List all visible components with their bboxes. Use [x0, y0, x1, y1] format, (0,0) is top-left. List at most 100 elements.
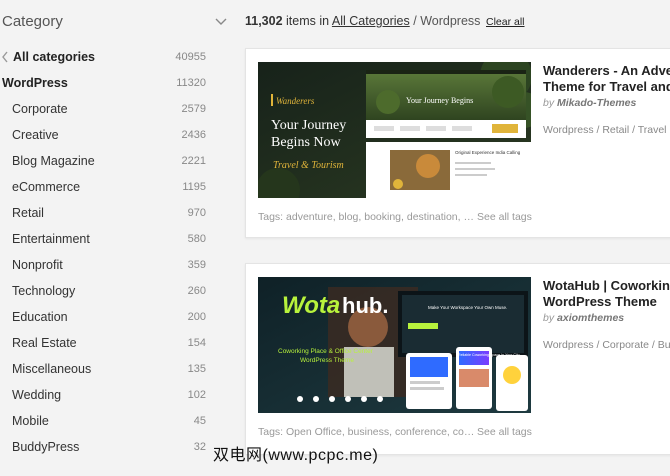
- sidebar-item-label: Blog Magazine: [12, 154, 95, 168]
- theme-card: Wanderers Your Journey Begins Now Travel…: [245, 48, 670, 238]
- breadcrumb-separator: /: [413, 14, 417, 28]
- sidebar-item-miscellaneous[interactable]: Miscellaneous 135: [0, 357, 230, 383]
- results-summary: 11,302 items in All Categories / Wordpre…: [245, 14, 525, 28]
- sidebar-item-label: WordPress: [2, 76, 68, 90]
- breadcrumb-current: Wordpress: [420, 14, 481, 28]
- feature-icon: [297, 396, 303, 402]
- feature-icon: [329, 396, 335, 402]
- chevron-down-icon[interactable]: [214, 14, 228, 28]
- sidebar-item-count: 2579: [181, 103, 206, 115]
- theme-author-line: by Mikado-Themes: [543, 97, 636, 109]
- sidebar-item-label: Nonprofit: [12, 258, 63, 272]
- wotahub-panel-text: Reliable Coworking Space In Your City: [458, 353, 520, 357]
- category-list: All categories 40955 WordPress 11320 Cor…: [0, 45, 230, 461]
- author-prefix: by: [543, 97, 555, 109]
- sidebar-item-count: 40955: [175, 51, 206, 63]
- watermark-text: 双电网(www.pcpc.me): [213, 447, 379, 464]
- sidebar-item-wordpress[interactable]: WordPress 11320: [0, 71, 230, 97]
- sidebar-item-label: Real Estate: [12, 336, 77, 350]
- sidebar-item-count: 102: [187, 389, 206, 401]
- category-sidebar: Category All categories 40955 WordPress …: [0, 0, 230, 476]
- sidebar-item-wedding[interactable]: Wedding 102: [0, 383, 230, 409]
- wanderers-preview-image[interactable]: Wanderers Your Journey Begins Now Travel…: [258, 62, 531, 198]
- sidebar-item-label: eCommerce: [12, 180, 81, 194]
- sidebar-item-label: All categories: [13, 50, 95, 64]
- sidebar-item-corporate[interactable]: Corporate 2579: [0, 97, 230, 123]
- sidebar-item-all-categories[interactable]: All categories 40955: [0, 45, 230, 71]
- sidebar-item-count: 32: [193, 441, 206, 453]
- sidebar-item-count: 1195: [182, 181, 206, 193]
- feature-icon: [313, 396, 319, 402]
- theme-author-line: by axiomthemes: [543, 312, 624, 324]
- sidebar-item-label: BuddyPress: [12, 440, 80, 454]
- wotahub-logo-part2: hub.: [342, 293, 388, 318]
- author-prefix: by: [543, 312, 555, 324]
- theme-tags: Tags: Open Office, business, conference,…: [258, 426, 476, 438]
- sidebar-item-label: Retail: [12, 206, 44, 220]
- sidebar-item-technology[interactable]: Technology 260: [0, 279, 230, 305]
- wanderers-banner: Your Journey Begins: [406, 96, 473, 105]
- sidebar-item-count: 154: [187, 337, 206, 349]
- sidebar-item-count: 200: [187, 311, 206, 323]
- sidebar-item-entertainment[interactable]: Entertainment 580: [0, 227, 230, 253]
- sidebar-item-buddypress[interactable]: BuddyPress 32: [0, 435, 230, 461]
- sidebar-item-blog-magazine[interactable]: Blog Magazine 2221: [0, 149, 230, 175]
- sidebar-item-mobile[interactable]: Mobile 45: [0, 409, 230, 435]
- wotahub-screen-text: Make Your Workspace Your Own Muse.: [428, 305, 507, 310]
- sidebar-item-count: 135: [187, 363, 206, 375]
- feature-icon: [361, 396, 367, 402]
- theme-tags: Tags: adventure, blog, booking, destinat…: [258, 211, 476, 223]
- wanderers-script: Travel & Tourism: [273, 160, 344, 171]
- category-filter-header[interactable]: Category: [0, 13, 230, 33]
- wotahub-logo-part1: Wota: [282, 292, 340, 319]
- feature-icon: [377, 396, 383, 402]
- sidebar-item-count: 359: [187, 259, 206, 271]
- sidebar-item-creative[interactable]: Creative 2436: [0, 123, 230, 149]
- sidebar-item-label: Miscellaneous: [12, 362, 92, 376]
- results-items-in: items in: [286, 14, 330, 28]
- sidebar-item-label: Education: [12, 310, 68, 324]
- sidebar-item-count: 580: [187, 233, 206, 245]
- wotahub-preview-image[interactable]: Wota hub. Coworking Place & Office Cente…: [258, 277, 531, 413]
- theme-title[interactable]: WotaHub | Coworkin WordPress Theme: [543, 278, 670, 310]
- wotahub-subtitle-1: Coworking Place & Office Center: [278, 348, 374, 355]
- sidebar-item-label: Technology: [12, 284, 76, 298]
- sidebar-item-label: Corporate: [12, 102, 68, 116]
- sidebar-item-real-estate[interactable]: Real Estate 154: [0, 331, 230, 357]
- theme-thumbnail[interactable]: Wota hub. Coworking Place & Office Cente…: [258, 277, 531, 413]
- sidebar-item-label: Wedding: [12, 388, 62, 402]
- sidebar-item-count: 2221: [181, 155, 206, 167]
- theme-categories[interactable]: Wordpress / Corporate / Busi: [543, 339, 670, 351]
- theme-card: Wota hub. Coworking Place & Office Cente…: [245, 263, 670, 455]
- sidebar-item-count: 45: [193, 415, 206, 427]
- sidebar-item-label: Mobile: [12, 414, 49, 428]
- wanderers-headline-1: Your Journey: [271, 118, 346, 133]
- chevron-left-icon[interactable]: [1, 51, 9, 63]
- theme-author[interactable]: axiomthemes: [557, 312, 624, 324]
- sidebar-item-count: 260: [187, 285, 206, 297]
- wanderers-panel-title: Original Experience India Calling: [455, 150, 521, 155]
- sidebar-item-count: 970: [187, 207, 206, 219]
- category-filter-title: Category: [2, 13, 63, 30]
- see-all-tags-link[interactable]: See all tags: [477, 211, 532, 223]
- feature-icon: [345, 396, 351, 402]
- wanderers-logo: Wanderers: [276, 96, 315, 106]
- results-count: 11,302: [245, 14, 283, 28]
- sidebar-item-education[interactable]: Education 200: [0, 305, 230, 331]
- breadcrumb-all-categories[interactable]: All Categories: [332, 14, 410, 28]
- sidebar-item-label: Entertainment: [12, 232, 90, 246]
- sidebar-item-count: 11320: [176, 77, 206, 89]
- theme-thumbnail[interactable]: Wanderers Your Journey Begins Now Travel…: [258, 62, 531, 198]
- sidebar-item-label: Creative: [12, 128, 59, 142]
- wotahub-subtitle-2: WordPress Theme: [300, 357, 354, 364]
- theme-title[interactable]: Wanderers - An Adve Theme for Travel and: [543, 63, 670, 95]
- sidebar-item-count: 2436: [181, 129, 206, 141]
- clear-all-link[interactable]: Clear all: [486, 16, 525, 28]
- see-all-tags-link[interactable]: See all tags: [477, 426, 532, 438]
- theme-categories[interactable]: Wordpress / Retail / Travel: [543, 124, 667, 136]
- sidebar-item-retail[interactable]: Retail 970: [0, 201, 230, 227]
- sidebar-item-nonprofit[interactable]: Nonprofit 359: [0, 253, 230, 279]
- theme-author[interactable]: Mikado-Themes: [557, 97, 636, 109]
- wanderers-headline-2: Begins Now: [271, 135, 342, 150]
- sidebar-item-ecommerce[interactable]: eCommerce 1195: [0, 175, 230, 201]
